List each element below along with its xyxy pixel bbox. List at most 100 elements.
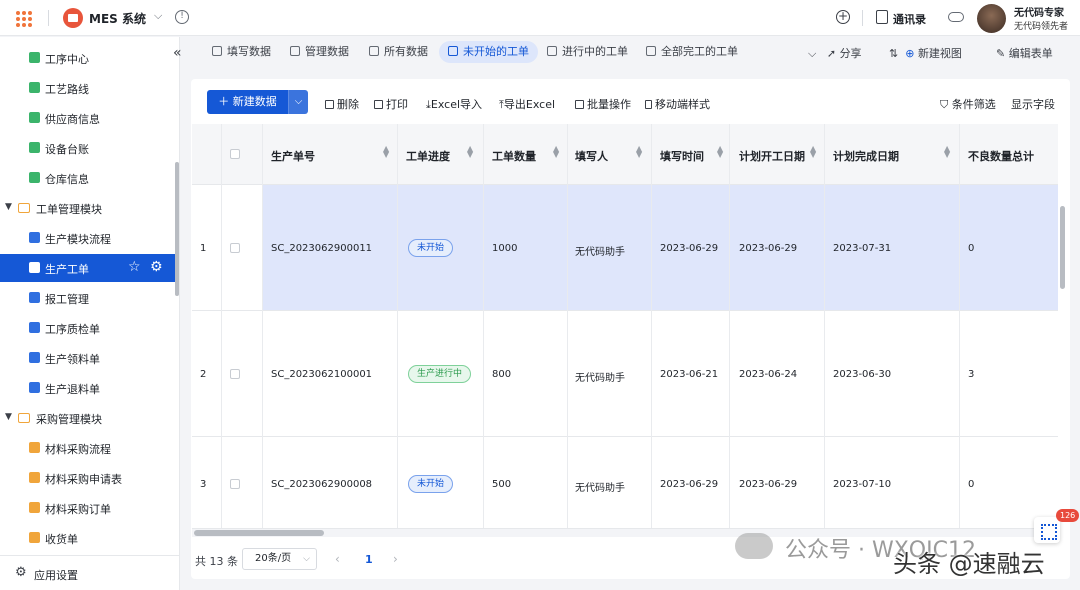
sidebar-group-12[interactable]: ▼ 采购管理模块: [0, 404, 176, 432]
sidebar-group-5[interactable]: ▼ 工单管理模块: [0, 194, 176, 222]
excel-export-button[interactable]: ⤒导出Excel: [499, 96, 555, 112]
sidebar-item-label: 材料采购流程: [45, 443, 111, 456]
new-data-button[interactable]: ＋ 新建数据: [207, 90, 288, 114]
plan-start: 2023-06-24: [739, 369, 798, 380]
column-header-quantity[interactable]: 工单数量: [492, 148, 536, 164]
contacts-book-icon[interactable]: [876, 10, 888, 24]
sidebar-item-label: 收货单: [45, 533, 78, 546]
sidebar-item-13[interactable]: 材料采购流程: [0, 434, 176, 462]
filler: 无代码助手: [575, 483, 625, 494]
next-page-icon[interactable]: ›: [393, 552, 398, 566]
prev-page-icon[interactable]: ‹: [335, 552, 340, 566]
tab-completed-orders[interactable]: 全部完工的工单: [646, 41, 738, 63]
sort-icon[interactable]: ▲ ▼: [636, 145, 642, 159]
column-header-plan-start[interactable]: 计划开工日期: [739, 148, 805, 164]
print-button[interactable]: 打印: [374, 96, 408, 112]
tab-all-data[interactable]: 所有数据: [369, 41, 428, 63]
select-all-checkbox[interactable]: [230, 149, 240, 159]
sidebar-item-10[interactable]: 生产领料单: [0, 344, 176, 372]
sort-icon[interactable]: ▲ ▼: [810, 145, 816, 159]
order-number[interactable]: SC_2023062900008: [271, 479, 372, 490]
sort-icon[interactable]: ▲ ▼: [467, 145, 473, 159]
sidebar-item-0[interactable]: 工序中心: [0, 44, 176, 72]
row-checkbox[interactable]: [230, 369, 240, 379]
sidebar-item-label: 供应商信息: [45, 113, 100, 126]
sort-icon[interactable]: ▲ ▼: [717, 145, 723, 159]
sidebar-scrollbar[interactable]: [175, 162, 179, 296]
sidebar-item-4[interactable]: 仓库信息: [0, 164, 176, 192]
chevron-down-icon[interactable]: ⌵: [154, 9, 162, 23]
more-icon: ⌵: [808, 47, 817, 60]
sort-icon[interactable]: ▲ ▼: [553, 145, 559, 159]
mobile-style-button[interactable]: 移动端样式: [645, 96, 710, 112]
batch-operation-button[interactable]: 批量操作: [575, 96, 631, 112]
app-settings-button[interactable]: ⚙ 应用设置: [0, 555, 179, 590]
avatar[interactable]: [977, 4, 1006, 33]
sort-icon[interactable]: ▲ ▼: [383, 145, 389, 159]
favorite-star-icon[interactable]: ☆: [128, 259, 141, 275]
info-icon[interactable]: !: [175, 10, 189, 24]
settings-gear-icon[interactable]: ⚙: [150, 259, 163, 275]
plus-circle-icon: ⊕: [905, 47, 915, 60]
new-view-button[interactable]: ⇅ ⊕ 新建视图: [889, 45, 962, 61]
app-title[interactable]: MES 系统: [89, 10, 146, 27]
sidebar-item-7[interactable]: 生产工单 ☆ ⚙: [0, 254, 176, 282]
sidebar-item-1[interactable]: 工艺路线: [0, 74, 176, 102]
cloud-icon[interactable]: [948, 12, 964, 22]
sidebar-item-3[interactable]: 设备台账: [0, 134, 176, 162]
plan-end: 2023-07-10: [833, 479, 892, 490]
user-title: 无代码领先者: [1014, 22, 1069, 32]
order-number[interactable]: SC_2023062100001: [271, 369, 372, 380]
column-header-plan-end[interactable]: 计划完成日期: [833, 148, 899, 164]
edit-form-button[interactable]: ✎ 编辑表单: [996, 45, 1053, 61]
excel-import-button[interactable]: ⤓Excel导入: [426, 96, 482, 112]
table-icon: [369, 46, 379, 56]
collapse-sidebar-icon[interactable]: «: [173, 45, 182, 61]
check-icon: [29, 322, 40, 333]
app-settings-label: 应用设置: [34, 569, 78, 582]
show-fields-button[interactable]: 显示字段: [1011, 96, 1055, 112]
column-header-order-no[interactable]: 生产单号: [271, 148, 315, 164]
sidebar-item-6[interactable]: 生产模块流程: [0, 224, 176, 252]
quantity: 800: [492, 369, 512, 380]
row-checkbox[interactable]: [230, 243, 240, 253]
sidebar-item-14[interactable]: 材料采购申请表: [0, 464, 176, 492]
column-header-defects[interactable]: 不良数量总计: [968, 148, 1034, 164]
tab-not-started-orders[interactable]: 未开始的工单: [439, 41, 538, 63]
sidebar-item-11[interactable]: 生产退料单: [0, 374, 176, 402]
sidebar-item-label: 设备台账: [45, 143, 89, 156]
notification-badge: 126: [1056, 509, 1080, 522]
page-number[interactable]: 1: [365, 553, 373, 566]
sidebar-item-9[interactable]: 工序质检单: [0, 314, 176, 342]
filler: 无代码助手: [575, 373, 625, 384]
sidebar-item-label: 工艺路线: [45, 83, 89, 96]
delete-button[interactable]: 删除: [325, 96, 359, 112]
vertical-scrollbar[interactable]: [1060, 206, 1065, 289]
mobile-icon: [645, 100, 652, 109]
sidebar-item-16[interactable]: 收货单: [0, 524, 176, 552]
new-data-dropdown-button[interactable]: ⌵: [288, 90, 308, 114]
tab-in-progress-orders[interactable]: 进行中的工单: [547, 41, 628, 63]
column-header-filler[interactable]: 填写人: [575, 148, 608, 164]
tab-fill-data[interactable]: 填写数据: [212, 41, 271, 63]
tab-manage-data[interactable]: 管理数据: [290, 41, 349, 63]
sidebar-item-15[interactable]: 材料采购订单: [0, 494, 176, 522]
home-icon: [63, 8, 83, 28]
page-size-select[interactable]: 20条/页 ⌵: [242, 548, 317, 570]
sidebar-item-8[interactable]: 报工管理: [0, 284, 176, 312]
add-icon[interactable]: +: [836, 10, 850, 24]
defects-total: 0: [968, 243, 975, 254]
floating-apps-button[interactable]: [1034, 517, 1060, 543]
sidebar-item-2[interactable]: 供应商信息: [0, 104, 176, 132]
contacts-button[interactable]: 通讯录: [893, 11, 926, 27]
pick-icon: [29, 352, 40, 363]
column-header-fill-time[interactable]: 填写时间: [660, 148, 704, 164]
filter-button[interactable]: ⛉ 条件筛选: [940, 96, 996, 112]
column-header-progress[interactable]: 工单进度: [406, 148, 450, 164]
sort-icon[interactable]: ▲ ▼: [944, 145, 950, 159]
row-checkbox[interactable]: [230, 479, 240, 489]
share-button[interactable]: ⌵ ➚ 分享: [808, 45, 862, 61]
app-grid-icon[interactable]: [16, 11, 32, 27]
sidebar-item-label: 工序质检单: [45, 323, 100, 336]
order-number[interactable]: SC_2023062900011: [271, 243, 372, 254]
